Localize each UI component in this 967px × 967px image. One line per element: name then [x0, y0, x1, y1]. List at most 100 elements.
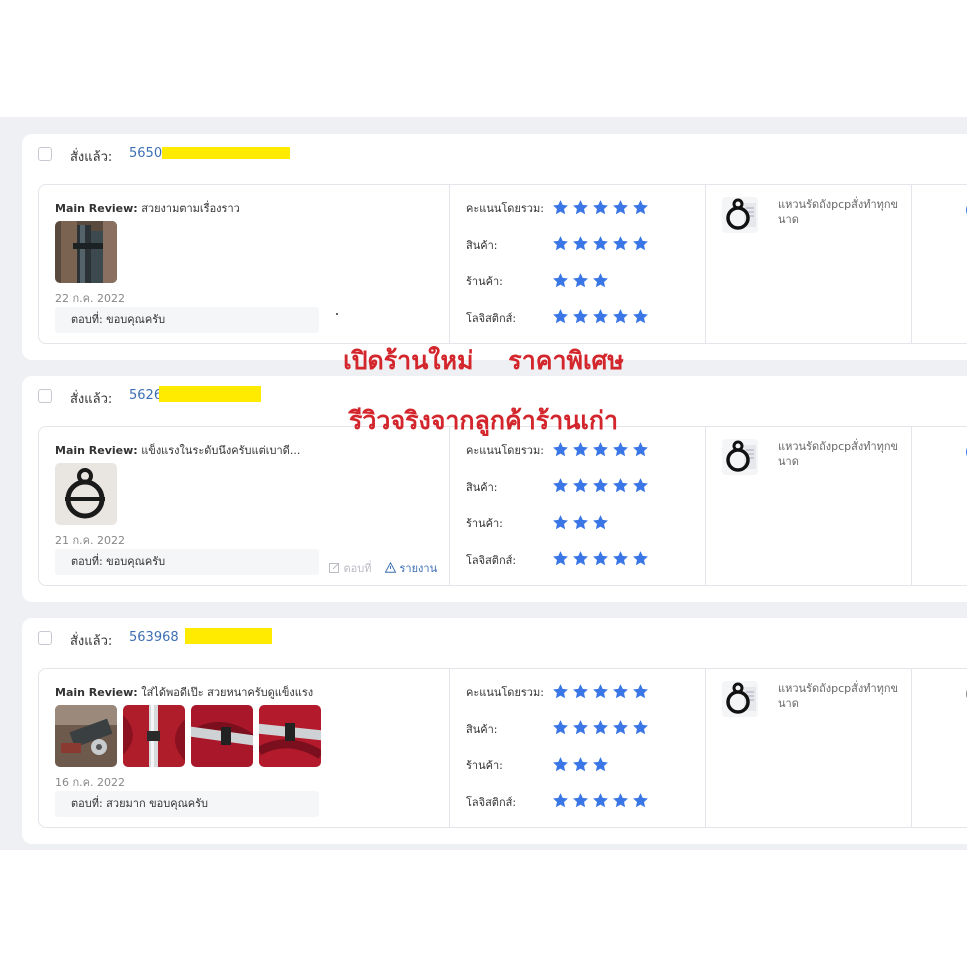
review-photo[interactable] [55, 463, 117, 525]
shop-stars [552, 756, 609, 773]
review-photo[interactable] [123, 705, 185, 767]
star-icon [613, 684, 628, 699]
review-photo[interactable] [191, 705, 253, 767]
overall-stars [552, 683, 649, 700]
star-icon [553, 757, 568, 772]
order-number-link[interactable]: 563968 [129, 630, 179, 645]
shop-stars [552, 272, 609, 289]
star-icon [593, 684, 608, 699]
star-icon [573, 757, 588, 772]
star-icon [633, 442, 648, 457]
review-date: 22 ก.ค. 2022 [55, 292, 125, 305]
star-icon [573, 442, 588, 457]
star-icon [633, 551, 648, 566]
star-icon [633, 236, 648, 251]
product-name[interactable]: แหวนรัดถังpcpสั่งทำทุกขนาด [778, 439, 908, 469]
divider-dot [336, 313, 338, 315]
card-header: สั่งแล้ว: 5650 [22, 134, 967, 174]
review-text: ใส่ได้พอดีเป๊ะ สวยหนาครับดูแข็งแรง [141, 686, 314, 699]
star-icon [593, 757, 608, 772]
rating-label-product: สินค้า: [466, 239, 498, 252]
review-text: สวยงามตามเรื่องราว [141, 202, 240, 215]
star-icon [613, 551, 628, 566]
star-icon [573, 684, 588, 699]
rating-label-logistics: โลจิสติกส์: [466, 312, 517, 325]
rating-label-shop: ร้านค้า: [466, 517, 503, 530]
star-icon [553, 478, 568, 493]
product-image[interactable] [722, 197, 758, 233]
review-row: Main Review: ใส่ได้พอดีเป๊ะ สวยหนาครับดู… [38, 668, 967, 828]
star-icon [633, 720, 648, 735]
product-stars [552, 477, 649, 494]
star-icon [633, 684, 648, 699]
star-icon [573, 478, 588, 493]
product-stars [552, 719, 649, 736]
star-icon [593, 551, 608, 566]
star-icon [593, 200, 608, 215]
main-review-label: Main Review: [55, 202, 138, 215]
star-icon [553, 442, 568, 457]
select-checkbox[interactable] [38, 147, 52, 161]
report-action[interactable]: รายงาน [384, 561, 437, 575]
review-row: Main Review: สวยงามตามเรื่องราว 22 ก.ค. … [38, 184, 967, 344]
promo-headline: เปิดร้านใหม่ ราคาพิเศษ [343, 346, 624, 375]
review-row: Main Review: แข็งแรงในระดับนึงครับแต่เบา… [38, 426, 967, 586]
edit-icon [329, 562, 340, 573]
rating-label-overall: คะแนนโดยรวม: [466, 686, 544, 699]
review-date: 16 ก.ค. 2022 [55, 776, 125, 789]
review-card: สั่งแล้ว: 5650 Main Review: สวยงามตามเรื… [22, 134, 967, 360]
star-icon [593, 793, 608, 808]
promo-subheadline: รีวิวจริงจากลูกค้าร้านเก่า [348, 406, 619, 435]
star-icon [553, 236, 568, 251]
main-review-label: Main Review: [55, 686, 138, 699]
star-icon [553, 720, 568, 735]
seller-reply: ตอบที่: สวยมาก ขอบคุณครับ [55, 791, 319, 817]
star-icon [613, 442, 628, 457]
product-column: แหวนรัดถังpcpสั่งทำทุกขนาด [705, 669, 911, 827]
product-column: แหวนรัดถังpcpสั่งทำทุกขนาด [705, 427, 911, 585]
rating-label-product: สินค้า: [466, 481, 498, 494]
star-icon [573, 515, 588, 530]
rating-label-shop: ร้านค้า: [466, 275, 503, 288]
order-number-link[interactable]: 5650 [129, 146, 162, 161]
star-icon [613, 478, 628, 493]
review-text: แข็งแรงในระดับนึงครับแต่เบาดี... [141, 444, 301, 457]
warning-icon [384, 561, 397, 573]
star-icon [613, 793, 628, 808]
star-icon [593, 478, 608, 493]
star-icon [573, 793, 588, 808]
star-icon [593, 515, 608, 530]
star-icon [553, 515, 568, 530]
rating-label-overall: คะแนนโดยรวม: [466, 444, 544, 457]
product-name[interactable]: แหวนรัดถังpcpสั่งทำทุกขนาด [778, 197, 908, 227]
star-icon [573, 273, 588, 288]
product-name[interactable]: แหวนรัดถังpcpสั่งทำทุกขนาด [778, 681, 908, 711]
star-icon [593, 442, 608, 457]
main-review: Main Review: ใส่ได้พอดีเป๊ะ สวยหนาครับดู… [55, 683, 313, 701]
shop-stars [552, 514, 609, 531]
product-image[interactable] [722, 439, 758, 475]
rating-label-overall: คะแนนโดยรวม: [466, 202, 544, 215]
review-photo[interactable] [259, 705, 321, 767]
main-review-label: Main Review: [55, 444, 138, 457]
star-icon [573, 720, 588, 735]
ratings-column: คะแนนโดยรวม: สินค้า: ร้านค้า: โลจิสติกส์… [449, 185, 705, 343]
rating-label-logistics: โลจิสติกส์: [466, 796, 517, 809]
review-actions: ตอบที่ รายงาน [329, 559, 437, 577]
select-checkbox[interactable] [38, 631, 52, 645]
star-icon [573, 309, 588, 324]
review-photo[interactable] [55, 705, 117, 767]
star-icon [613, 309, 628, 324]
logistics-stars [552, 550, 649, 567]
star-icon [613, 720, 628, 735]
product-image[interactable] [722, 681, 758, 717]
star-icon [553, 793, 568, 808]
product-column: แหวนรัดถังpcpสั่งทำทุกขนาด [705, 185, 911, 343]
reply-action[interactable]: ตอบที่ [329, 562, 375, 575]
star-icon [633, 793, 648, 808]
star-icon [613, 236, 628, 251]
review-photo[interactable] [55, 221, 117, 283]
action-column [911, 427, 967, 585]
review-date: 21 ก.ค. 2022 [55, 534, 125, 547]
overall-stars [552, 441, 649, 458]
